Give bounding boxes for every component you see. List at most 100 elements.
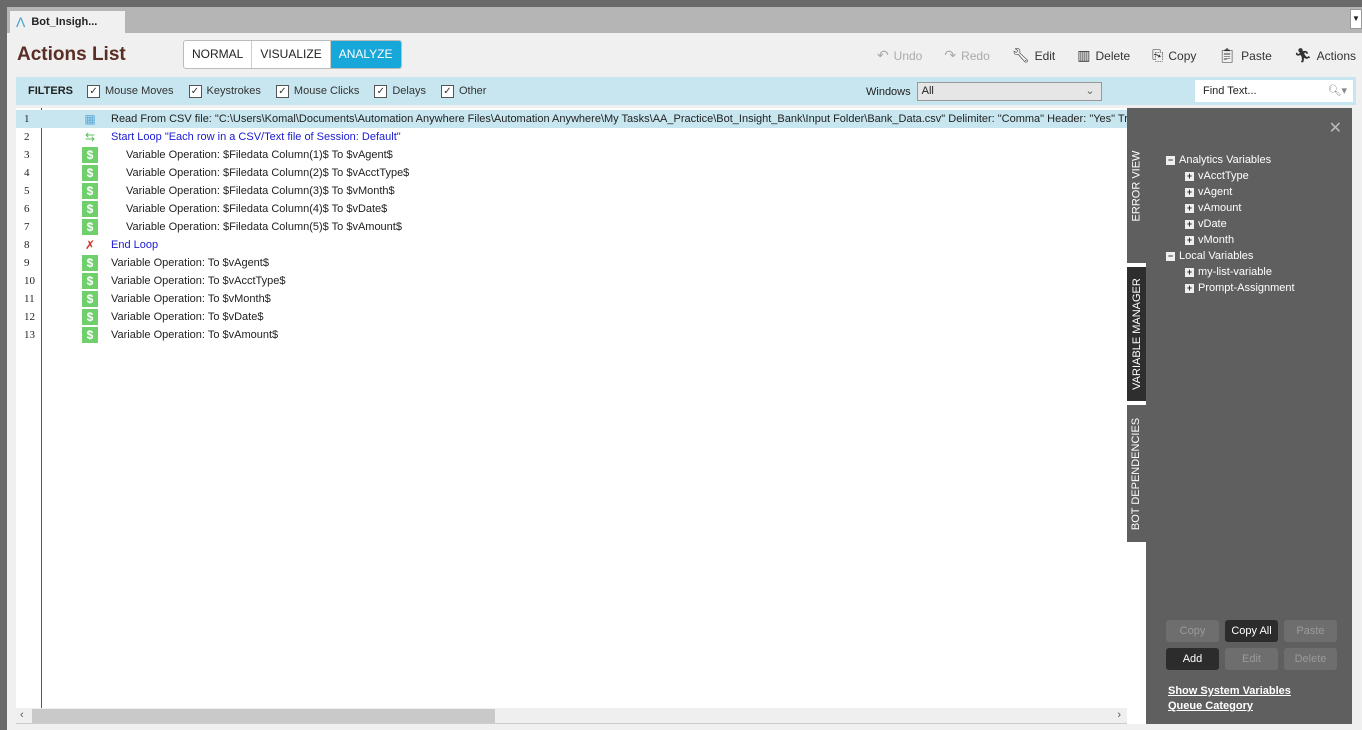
tab-label: ERROR VIEW [1130, 150, 1143, 221]
checkbox-checked-icon[interactable]: ✓ [374, 84, 388, 98]
action-row[interactable]: 3 $ Variable Operation: $Filedata Column(1… [16, 146, 1127, 164]
dollar-icon: $ [82, 201, 98, 217]
filter-mouse-moves[interactable]: ✓ Mouse Moves [87, 84, 174, 98]
line-number: 1 [24, 113, 30, 125]
action-row[interactable]: 5 $ Variable Operation: $Filedata Column(3… [16, 182, 1127, 200]
action-row[interactable]: 11 $ Variable Operation: To $vMonth$ [16, 290, 1127, 308]
show-system-variables-link[interactable]: Show System Variables [1168, 684, 1291, 699]
close-icon[interactable]: ✕ [1329, 118, 1342, 138]
action-row[interactable]: 1 ▦ Read From CSV file: "C:\Users\Komal\Do… [16, 110, 1127, 128]
expand-icon[interactable]: + [1185, 203, 1194, 213]
variable-item[interactable]: + Prompt-Assignment [1166, 280, 1295, 296]
variable-item[interactable]: + vAcctType [1166, 168, 1295, 184]
copy-button[interactable]: ⎘ Copy [1152, 47, 1196, 64]
action-row[interactable]: 9 $ Variable Operation: To $vAgent$ [16, 254, 1127, 272]
line-number: 7 [24, 221, 30, 233]
variable-item[interactable]: + my-list-variable [1166, 264, 1295, 280]
tab-bot-dependencies[interactable]: BOT DEPENDENCIES [1127, 405, 1146, 542]
action-row[interactable]: 10 $ Variable Operation: To $vAcctType$ [16, 272, 1127, 290]
action-text: Variable Operation: $Filedata Column(4)$… [126, 203, 388, 215]
tab-strip: Λ Bot_Insigh... ▼ [7, 7, 1362, 33]
var-add-button[interactable]: Add [1166, 648, 1219, 670]
undo-icon: ↶ [876, 47, 889, 63]
var-delete-button[interactable]: Delete [1284, 648, 1337, 670]
scroll-right-icon[interactable]: › [1117, 709, 1121, 721]
windows-label: Windows [866, 85, 911, 98]
mode-analyze[interactable]: ANALYZE [330, 41, 401, 68]
mode-normal[interactable]: NORMAL [184, 41, 253, 68]
checkbox-checked-icon[interactable]: ✓ [440, 84, 454, 98]
panel-links: Show System Variables Queue Category [1168, 684, 1291, 714]
expand-icon[interactable]: + [1185, 187, 1194, 197]
tab-label: BOT DEPENDENCIES [1130, 417, 1143, 530]
running-man-icon: 🏃︎ [1293, 47, 1312, 63]
tab-bot-insight[interactable]: Λ Bot_Insigh... [10, 11, 125, 33]
expand-icon[interactable]: + [1185, 267, 1194, 277]
line-number: 10 [24, 275, 35, 287]
tab-dropdown-button[interactable]: ▼ [1350, 9, 1362, 29]
expand-icon[interactable]: + [1185, 171, 1194, 181]
mode-visualize[interactable]: VISUALIZE [252, 41, 331, 68]
expand-icon[interactable]: + [1185, 235, 1194, 245]
undo-button[interactable]: ↶ Undo [877, 47, 922, 64]
filter-bar: FILTERS ✓ Mouse Moves ✓ Keystrokes ✓ Mouse … [16, 77, 1356, 105]
actions-button[interactable]: 🏃︎ Actions [1294, 47, 1356, 64]
find-text-input[interactable]: Find Text... 🔍︎▾ [1195, 80, 1353, 102]
action-row[interactable]: 6 $ Variable Operation: $Filedata Column(4… [16, 200, 1127, 218]
search-icon[interactable]: 🔍︎▾ [1328, 80, 1348, 102]
action-row[interactable]: 8 ✗ End Loop [16, 236, 1127, 254]
variable-item[interactable]: + vMonth [1166, 232, 1295, 248]
action-text: Variable Operation: $Filedata Column(1)$… [126, 149, 393, 161]
filter-label: Mouse Clicks [293, 85, 360, 97]
variable-item[interactable]: + vDate [1166, 216, 1295, 232]
filter-other[interactable]: ✓ Other [440, 84, 486, 98]
checkbox-checked-icon[interactable]: ✓ [188, 84, 202, 98]
edit-button[interactable]: 🔧︎ Edit [1012, 47, 1055, 64]
variable-name: vAgent [1198, 186, 1233, 198]
filter-delays[interactable]: ✓ Delays [374, 84, 426, 98]
variable-tree: − Analytics Variables + vAcctType + vAgent + v… [1166, 152, 1295, 296]
delete-button[interactable]: ▥ Delete [1077, 47, 1130, 64]
action-row[interactable]: 12 $ Variable Operation: To $vDate$ [16, 308, 1127, 326]
variable-item[interactable]: + vAgent [1166, 184, 1295, 200]
variable-name: vMonth [1198, 234, 1235, 246]
filter-keystrokes[interactable]: ✓ Keystrokes [188, 84, 261, 98]
collapse-icon[interactable]: − [1166, 155, 1175, 165]
expand-icon[interactable]: + [1185, 283, 1194, 293]
paste-button[interactable]: 📋︎ Paste [1218, 47, 1271, 64]
action-text: Variable Operation: $Filedata Column(5)$… [126, 221, 402, 233]
var-copy-all-button[interactable]: Copy All [1225, 620, 1278, 642]
var-paste-button[interactable]: Paste [1284, 620, 1337, 642]
scrollbar-thumb[interactable] [32, 709, 495, 723]
action-text: Variable Operation: To $vDate$ [111, 311, 264, 323]
tree-node-analytics[interactable]: − Analytics Variables [1166, 152, 1295, 168]
var-copy-button[interactable]: Copy [1166, 620, 1219, 642]
collapse-icon[interactable]: − [1166, 251, 1175, 261]
tab-error-view[interactable]: ERROR VIEW [1127, 108, 1146, 263]
redo-button[interactable]: ↷ Redo [944, 47, 989, 64]
tab-title: Bot_Insigh... [31, 16, 98, 28]
action-row[interactable]: 13 $ Variable Operation: To $vAmount$ [16, 326, 1127, 344]
mode-switcher: NORMAL VISUALIZE ANALYZE [183, 40, 402, 69]
var-edit-button[interactable]: Edit [1225, 648, 1278, 670]
windows-select[interactable]: All ⌄ [916, 82, 1102, 101]
checkbox-checked-icon[interactable]: ✓ [87, 84, 101, 98]
node-label: Analytics Variables [1179, 154, 1272, 166]
scroll-left-icon[interactable]: ‹ [20, 709, 24, 721]
line-number: 5 [24, 185, 30, 197]
tree-node-local[interactable]: − Local Variables [1166, 248, 1295, 264]
paste-label: Paste [1241, 48, 1272, 63]
filter-mouse-clicks[interactable]: ✓ Mouse Clicks [275, 84, 360, 98]
windows-filter: Windows All ⌄ [866, 82, 1102, 101]
dollar-icon: $ [82, 165, 98, 181]
action-row[interactable]: 4 $ Variable Operation: $Filedata Column(2… [16, 164, 1127, 182]
expand-icon[interactable]: + [1185, 219, 1194, 229]
checkbox-checked-icon[interactable]: ✓ [275, 84, 289, 98]
queue-category-link[interactable]: Queue Category [1168, 699, 1291, 714]
variable-item[interactable]: + vAmount [1166, 200, 1295, 216]
horizontal-scrollbar[interactable]: ‹ › [16, 708, 1127, 724]
tab-variable-manager[interactable]: VARIABLE MANAGER [1127, 265, 1146, 403]
dollar-icon: $ [82, 147, 98, 163]
action-row[interactable]: 2 ⇆ Start Loop "Each row in a CSV/Text fil… [16, 128, 1127, 146]
action-row[interactable]: 7 $ Variable Operation: $Filedata Column(5… [16, 218, 1127, 236]
